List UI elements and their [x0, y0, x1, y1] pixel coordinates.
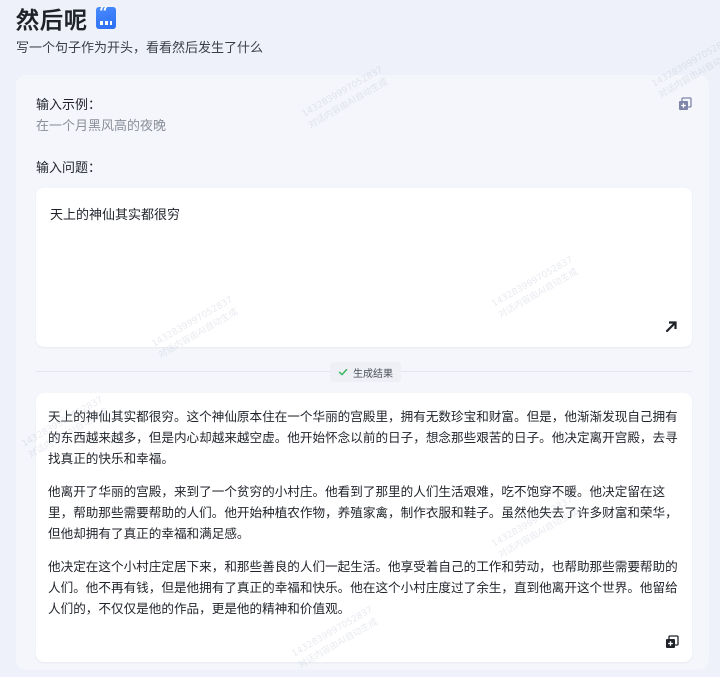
result-paragraph: 他决定在这个小村庄定居下来，和那些善良的人们一起生活。他享受着自己的工作和劳动，… — [48, 559, 678, 616]
copy-icon[interactable] — [678, 97, 692, 111]
page-header: 然后呢 写一个句子作为开头，看看然后发生了什么 — [16, 0, 706, 60]
result-text: 天上的神仙其实都很穷。这个神仙原本住在一个华丽的宫殿里，拥有无数珍宝和财富。但是… — [48, 406, 680, 631]
check-icon — [338, 368, 348, 376]
result-tag: 生成结果 — [330, 362, 401, 382]
page-title: 然后呢 — [16, 8, 88, 34]
question-input[interactable]: 天上的神仙其实都很穷 — [36, 188, 692, 347]
result-paragraph: 他离开了华丽的宫殿，来到了一个贫穷的小村庄。他看到了那里的人们生活艰难，吃不饱穿… — [48, 484, 678, 541]
example-label: 输入示例： — [36, 98, 102, 113]
result-output: 天上的神仙其实都很穷。这个神仙原本住在一个华丽的宫殿里，拥有无数珍宝和财富。但是… — [36, 393, 692, 662]
quote-chat-icon — [96, 3, 116, 29]
copy-icon[interactable] — [665, 635, 679, 649]
title-row: 然后呢 — [16, 2, 116, 34]
main-panel: 输入示例： 在一个月黑风高的夜晚 输入问题： 天上的神仙其实都很穷 生成结果 天… — [16, 75, 709, 670]
question-label: 输入问题： — [36, 161, 102, 176]
panel-content: 输入示例： 在一个月黑风高的夜晚 输入问题： 天上的神仙其实都很穷 生成结果 天… — [36, 75, 692, 670]
page-subtitle: 写一个句子作为开头，看看然后发生了什么 — [16, 41, 264, 56]
result-tag-label: 生成结果 — [353, 368, 393, 380]
result-paragraph: 天上的神仙其实都很穷。这个神仙原本住在一个华丽的宫殿里，拥有无数珍宝和财富。但是… — [48, 409, 678, 466]
question-input-text[interactable]: 天上的神仙其实都很穷 — [50, 204, 180, 223]
arrow-up-right-icon[interactable] — [664, 320, 678, 334]
example-text[interactable]: 在一个月黑风高的夜晚 — [36, 115, 166, 134]
